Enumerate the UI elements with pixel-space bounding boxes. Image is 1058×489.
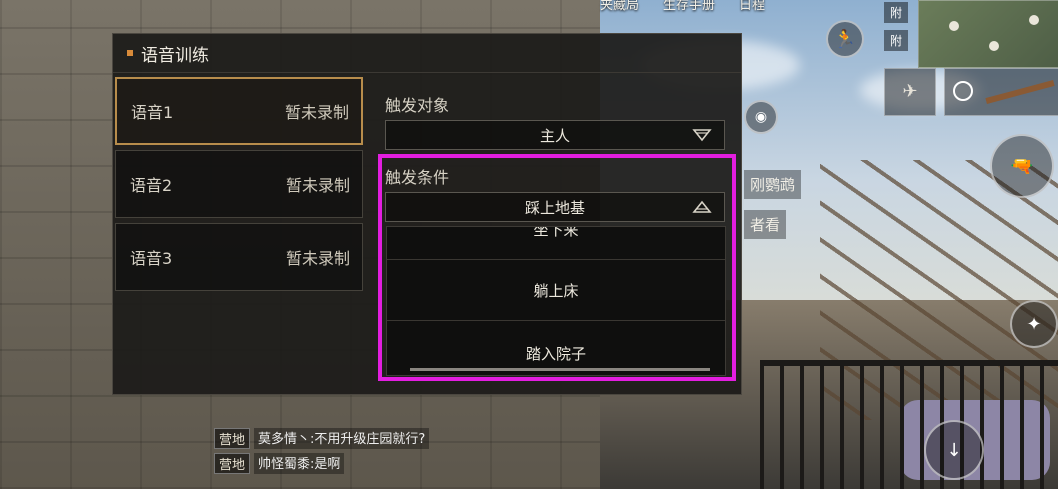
- tab-item[interactable]: 日程: [739, 0, 765, 13]
- chat-message: 帅怪蜀黍:是啊: [254, 453, 345, 474]
- side-text: 刚鹦鹉: [744, 170, 802, 199]
- trigger-condition-value: 踩上地基: [524, 198, 585, 217]
- settings-icon: [953, 81, 973, 101]
- trigger-target-value: 主人: [539, 126, 570, 145]
- voice-status: 暂未录制: [285, 249, 350, 268]
- drone-icon: ✈: [902, 81, 918, 102]
- side-label[interactable]: 附: [884, 30, 909, 51]
- action-icon[interactable]: ✦: [1010, 300, 1058, 348]
- chat-line: 营地 莫多情丶:不用升级庄园就行?: [214, 428, 430, 449]
- chevron-up-icon: [692, 200, 712, 213]
- eye-icon[interactable]: ◉: [744, 100, 778, 134]
- run-icon[interactable]: 🏃: [826, 20, 864, 58]
- crouch-icon[interactable]: ↓: [924, 420, 984, 480]
- balcony-railing: [760, 360, 1058, 489]
- title-marker: [127, 50, 133, 56]
- trigger-condition-dropdown[interactable]: 坐下来 躺上床 踏入院子: [386, 226, 726, 376]
- map-pin-icon: [1029, 15, 1039, 25]
- trigger-condition-select[interactable]: 踩上地基: [385, 192, 725, 222]
- voice-label: 语音2: [130, 176, 173, 195]
- chat-channel-tag: 营地: [214, 453, 251, 474]
- tab-item[interactable]: 生存手册: [663, 0, 715, 13]
- top-tabs: 夹藏局 生存手册 日程: [600, 0, 765, 13]
- trigger-target-select[interactable]: 主人: [385, 120, 725, 150]
- chat-message: 莫多情丶:不用升级庄园就行?: [254, 428, 430, 449]
- side-label[interactable]: 附: [884, 2, 909, 23]
- chat-channel-tag: 营地: [214, 428, 251, 449]
- weapon-slot[interactable]: [944, 68, 1058, 116]
- voice-label: 语音3: [130, 249, 173, 268]
- drone-slot[interactable]: ✈: [884, 68, 936, 116]
- voice-slot-3[interactable]: 语音3 暂未录制: [115, 223, 363, 291]
- tab-item[interactable]: 夹藏局: [600, 0, 639, 13]
- dropdown-scrollbar[interactable]: [410, 368, 710, 371]
- trigger-target-label: 触发对象: [385, 96, 450, 115]
- minimap[interactable]: [918, 0, 1058, 68]
- trigger-condition-label: 触发条件: [385, 168, 450, 187]
- chat-box: 营地 莫多情丶:不用升级庄园就行? 营地 帅怪蜀黍:是啊: [214, 428, 430, 478]
- voice-status: 暂未录制: [284, 103, 349, 122]
- bat-icon: [985, 80, 1055, 104]
- side-text: 者看: [744, 210, 787, 239]
- voice-label: 语音1: [131, 103, 174, 122]
- panel-title: 语音训练: [141, 45, 209, 66]
- voice-slot-1[interactable]: 语音1 暂未录制: [115, 77, 363, 145]
- map-pin-icon: [949, 21, 959, 31]
- chevron-down-icon: [692, 129, 712, 142]
- chat-line: 营地 帅怪蜀黍:是啊: [214, 453, 429, 474]
- voice-training-panel: 语音训练 语音1 暂未录制 语音2 暂未录制 语音3 暂未录制 触发对象 主人 …: [112, 33, 742, 395]
- voice-status: 暂未录制: [285, 176, 350, 195]
- panel-header: 语音训练: [113, 34, 741, 73]
- pistol-icon[interactable]: 🔫: [990, 134, 1054, 198]
- dropdown-option[interactable]: 坐下来: [387, 227, 725, 260]
- dropdown-option[interactable]: 躺上床: [387, 260, 725, 321]
- voice-slot-2[interactable]: 语音2 暂未录制: [115, 150, 363, 218]
- map-pin-icon: [989, 41, 999, 51]
